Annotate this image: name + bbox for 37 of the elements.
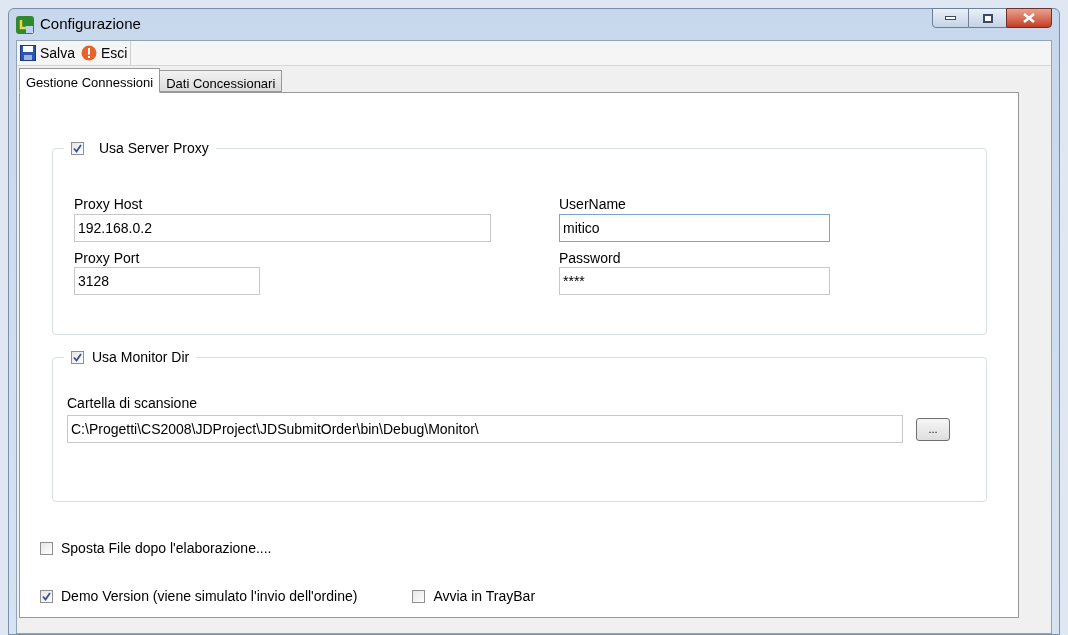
field-label: Proxy Port	[74, 249, 141, 267]
check-icon	[73, 353, 82, 362]
app-icon	[16, 15, 34, 34]
field-label: Cartella di scansione	[67, 394, 198, 413]
folder-field[interactable]: C:\Progetti\CS2008\JDProject\JDSubmitOrder\bin\Debug\Monitor\	[67, 415, 903, 443]
browse-button[interactable]: ...	[916, 417, 950, 441]
checkbox[interactable]	[412, 590, 426, 603]
field-label: Password	[559, 249, 622, 267]
close-button[interactable]	[1006, 8, 1052, 28]
tab[interactable]: Dati Concessionari	[159, 70, 283, 92]
minimize-icon	[945, 16, 956, 20]
option-label: Demo Version (viene simulato l'invio dell'ordine)	[61, 587, 358, 606]
group-label: Usa Monitor Dir	[92, 348, 190, 367]
maximize-button[interactable]	[969, 8, 1006, 28]
option-label: Avvia in TrayBar	[433, 587, 536, 606]
check-icon	[73, 144, 82, 153]
checkbox[interactable]	[71, 351, 84, 364]
input-field[interactable]: mitico	[559, 214, 830, 242]
tab[interactable]: Gestione Connessioni	[19, 68, 161, 93]
minimize-button[interactable]	[932, 8, 969, 28]
check-icon	[42, 592, 51, 601]
password-field[interactable]: ****	[559, 267, 830, 295]
toolbar-button[interactable]: Salva	[20, 42, 76, 64]
group-label: Usa Server Proxy	[99, 139, 209, 158]
checkbox[interactable]	[71, 142, 84, 155]
close-icon	[1023, 13, 1035, 23]
checkbox[interactable]	[40, 542, 53, 555]
window-title: Configurazione	[40, 14, 141, 35]
toolbar-button[interactable]: Esci	[81, 42, 128, 64]
field-label: Proxy Host	[74, 195, 144, 214]
option-label: Sposta File dopo l'elaborazione....	[61, 539, 272, 558]
warning-icon	[81, 45, 98, 61]
field-label: UserName	[559, 195, 627, 214]
checkbox[interactable]	[40, 590, 53, 603]
input-field[interactable]: 3128	[74, 267, 260, 295]
maximize-icon	[982, 13, 993, 23]
input-field[interactable]: 192.168.0.2	[74, 214, 491, 242]
